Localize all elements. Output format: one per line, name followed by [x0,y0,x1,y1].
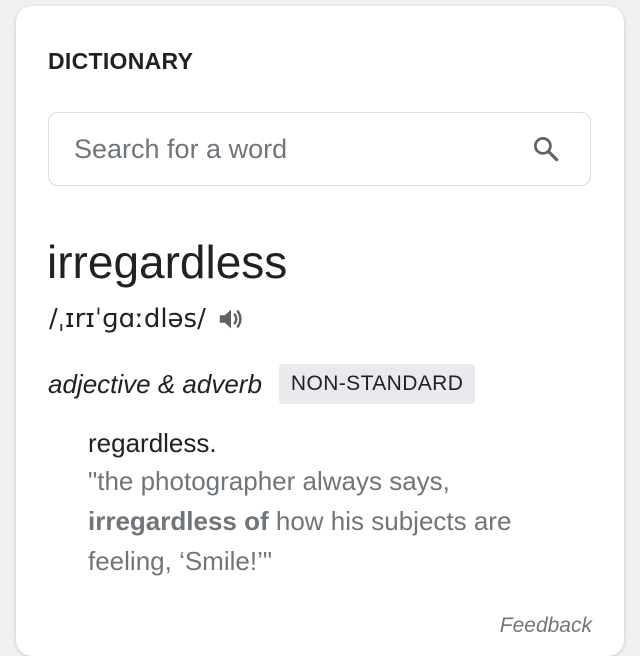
headword: irregardless [47,236,288,288]
example-highlight: irregardless of [88,506,269,536]
part-of-speech: adjective & adverb [48,368,262,399]
part-of-speech-row: adjective & adverb NON-STANDARD [48,364,476,404]
usage-label-badge: NON-STANDARD [278,364,476,404]
phonetic-transcription: /ˌɪrɪˈɡɑːdləs/ [49,304,206,334]
definition-text: regardless. [88,428,217,458]
example-text-start: "the photographer always says, [88,466,450,496]
pronunciation-row: /ˌɪrɪˈɡɑːdləs/ [49,304,246,334]
example-sentence: "the photographer always says, irregardl… [88,461,588,581]
speaker-icon[interactable] [216,304,246,334]
widget-title: DICTIONARY [48,48,194,74]
dictionary-card: DICTIONARY Search for a word irregardles… [16,6,624,656]
search-input[interactable]: Search for a word [49,134,526,165]
search-icon[interactable] [526,129,566,169]
feedback-link[interactable]: Feedback [500,614,592,638]
search-box[interactable]: Search for a word [48,112,591,186]
